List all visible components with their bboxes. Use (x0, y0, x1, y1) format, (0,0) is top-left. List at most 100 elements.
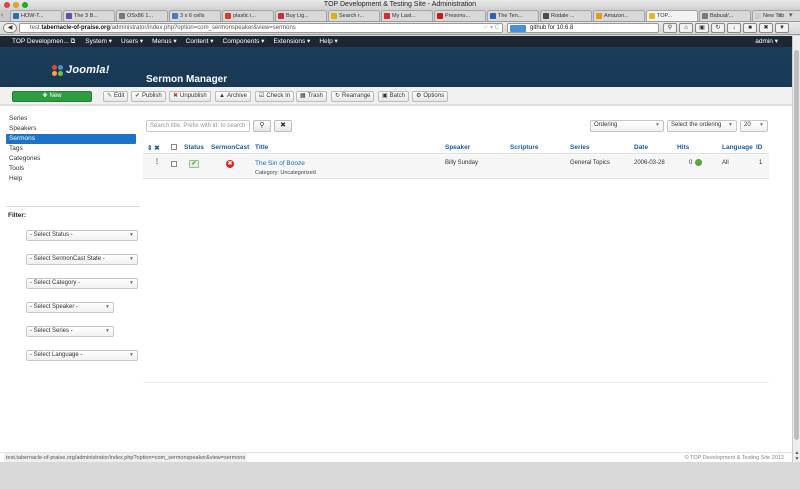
search-button[interactable]: ⚲ (253, 120, 271, 132)
filter-sermoncast-select[interactable]: - Select SermonCast State - ▼ (26, 254, 138, 265)
sermon-title-link[interactable]: The Sin of Booze (255, 160, 305, 167)
column-speaker[interactable]: Speaker (445, 144, 470, 151)
archive-button[interactable]: ▲ Archive (215, 91, 251, 102)
ordering-select[interactable]: Ordering ▼ (590, 120, 664, 132)
column-scripture[interactable]: Scripture (510, 144, 539, 151)
row-checkbox[interactable] (171, 161, 177, 169)
rearrange-button[interactable]: ↻ Rearrange (331, 91, 375, 102)
sync-icon[interactable]: ↻ (711, 23, 725, 33)
browser-tab[interactable]: My Last... (381, 10, 433, 21)
bookmarks-icon[interactable]: ▣ (695, 23, 709, 33)
menu-item[interactable]: Menus ▾ (152, 36, 177, 47)
browser-tab[interactable]: Amazon... (593, 10, 645, 21)
address-bar[interactable]: test.tabernacle-of-praise.org/administra… (19, 23, 503, 33)
browser-tab[interactable]: 3 x 6 cells (169, 10, 221, 21)
new-button[interactable]: ✚ New (12, 91, 92, 102)
browser-tab[interactable]: HOW-T... (10, 10, 62, 21)
drag-handle-icon[interactable]: ⋮ (154, 158, 160, 165)
minimize-window-button[interactable] (13, 2, 19, 8)
url-path: /administrator/index.php?option=com_serm… (110, 25, 296, 31)
list-limit-value: 20 (744, 122, 751, 128)
batch-button[interactable]: ▣ Batch (378, 91, 410, 102)
filter-category-select[interactable]: - Select Category - ▼ (26, 278, 138, 289)
joomla-logo-text: Joomla! (66, 64, 110, 76)
options-button[interactable]: ⚙ Options (412, 91, 449, 102)
chevron-down-icon: ▼ (728, 122, 733, 128)
tab-list-icon[interactable]: ▾ (789, 10, 793, 21)
new-tab-icon[interactable]: + (778, 10, 782, 21)
user-menu[interactable]: admin ▾ (755, 36, 778, 47)
filter-speaker-select[interactable]: - Select Speaker - ▼ (26, 302, 114, 313)
menu-icon[interactable]: ▼ (775, 23, 789, 33)
filter-series-select[interactable]: - Select Series - ▼ (26, 326, 114, 337)
unpublish-button[interactable]: ✖ Unpublish (169, 91, 211, 102)
browser-tab[interactable]: Search r... (328, 10, 380, 21)
menu-item[interactable]: Components ▾ (223, 36, 265, 47)
publish-button[interactable]: ✔ Publish (131, 91, 166, 102)
sidebar-item-tools[interactable]: Tools (6, 164, 136, 174)
sort-order-icon[interactable]: ⇕ ✖ (147, 144, 160, 152)
menu-item[interactable]: Users ▾ (121, 36, 143, 47)
home-icon[interactable]: ⌂ (679, 23, 693, 33)
menu-item[interactable]: Content ▾ (186, 36, 214, 47)
favicon-icon (596, 13, 602, 19)
column-date[interactable]: Date (634, 144, 648, 151)
column-sermoncast[interactable]: SermonCast (211, 144, 249, 151)
list-limit-select[interactable]: 20 ▼ (740, 120, 768, 132)
trash-button[interactable]: ▦ Trash (296, 91, 327, 102)
downloads-icon[interactable]: ↓ (727, 23, 741, 33)
search-icon[interactable]: ⚲ (663, 23, 677, 33)
search-input[interactable]: Search title. Prefix with id: to search (146, 120, 250, 132)
select-all-checkbox[interactable] (171, 144, 177, 152)
filter-language-select[interactable]: - Select Language - ▼ (26, 350, 138, 361)
sidebar-item-speakers[interactable]: Speakers (6, 124, 136, 134)
addon-icon[interactable]: ■ (743, 23, 757, 33)
close-window-button[interactable] (4, 2, 10, 8)
checkin-button[interactable]: ☑ Check In (255, 91, 295, 102)
zoom-window-button[interactable] (22, 2, 28, 8)
sermoncast-disabled-icon[interactable]: ✖ (226, 160, 234, 168)
joomla-logo[interactable]: Joomla! (52, 63, 110, 77)
browser-tab[interactable]: The 3 B... (63, 10, 115, 21)
page-scrollbar[interactable]: ▲ ▼ (792, 36, 800, 462)
browser-tab[interactable]: plastic i... (222, 10, 274, 21)
browser-tab[interactable]: The Ten... (487, 10, 539, 21)
site-brand-link[interactable]: TOP Developmen... ⧉ (12, 36, 75, 47)
browser-tab[interactable]: Buy Lig... (275, 10, 327, 21)
tab-scroll-left-icon[interactable]: ‹ (1, 10, 3, 21)
column-language[interactable]: Language (722, 144, 753, 151)
back-button[interactable]: ◀ (3, 23, 17, 33)
browser-search-input[interactable]: github for 10.6.8 (507, 23, 659, 33)
browser-tab-label: HOW-T... (21, 13, 44, 19)
sidebar-item-categories[interactable]: Categories (6, 154, 136, 164)
browser-tab[interactable]: Babual/... (699, 10, 751, 21)
scroll-arrows-icon[interactable]: ▲ ▼ (793, 450, 800, 462)
column-status[interactable]: Status (184, 144, 204, 151)
browser-tab[interactable]: Presonu... (434, 10, 486, 21)
menu-item[interactable]: Extensions ▾ (273, 36, 310, 47)
column-series[interactable]: Series (570, 144, 590, 151)
reset-hits-icon[interactable] (695, 159, 702, 166)
browser-tab[interactable]: Rodale ... (540, 10, 592, 21)
column-id[interactable]: ID (756, 144, 763, 151)
menu-item[interactable]: Help ▾ (319, 36, 337, 47)
sidebar-item-sermons[interactable]: Sermons (6, 134, 136, 144)
clear-search-button[interactable]: ✖ (274, 120, 292, 132)
filter-status-select[interactable]: - Select Status - ▼ (26, 230, 138, 241)
scrollbar-thumb[interactable] (794, 50, 799, 440)
sidebar-item-tags[interactable]: Tags (6, 144, 136, 154)
column-hits[interactable]: Hits (677, 144, 689, 151)
browser-tab[interactable]: OSx86 1... (116, 10, 168, 21)
favicon-icon (755, 13, 761, 19)
column-title[interactable]: Title (255, 144, 268, 151)
sidebar-item-help[interactable]: Help (6, 174, 136, 184)
ordering-direction-select[interactable]: Select the ordering ▼ (667, 120, 737, 132)
extension-icon[interactable]: ✖ (759, 23, 773, 33)
browser-tab[interactable]: TOP... (646, 10, 698, 21)
edit-button[interactable]: ✎ Edit (103, 91, 129, 102)
published-status-icon[interactable]: ✔ (189, 160, 199, 168)
bookmark-star-icon[interactable]: ☆ ▾ C (483, 24, 499, 32)
search-engine-icon[interactable] (510, 25, 526, 32)
menu-item[interactable]: System ▾ (85, 36, 112, 47)
sidebar-item-series[interactable]: Series (6, 114, 136, 124)
